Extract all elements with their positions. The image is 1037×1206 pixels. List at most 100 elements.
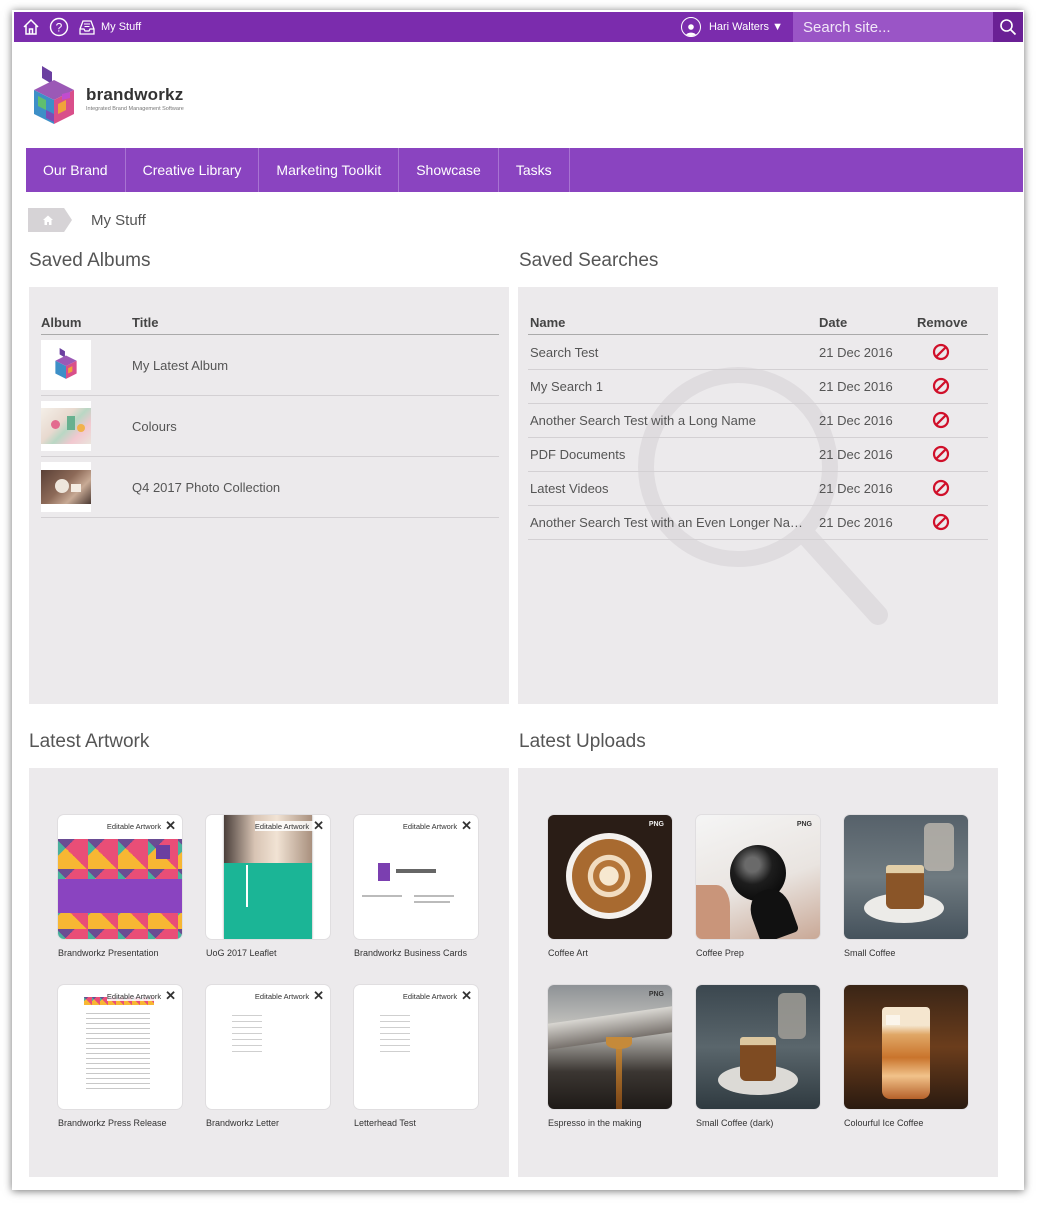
nav-tasks[interactable]: Tasks: [499, 148, 570, 192]
nav-showcase[interactable]: Showcase: [399, 148, 499, 192]
remove-icon[interactable]: [932, 513, 950, 531]
search-row[interactable]: Another Search Test with an Even Longer …: [528, 505, 988, 540]
artwork-card[interactable]: Editable Artwork ✕ Letterhead Test: [354, 985, 478, 1128]
col-album: Album: [41, 315, 82, 330]
upload-thumbnail: [844, 815, 968, 939]
remove-icon[interactable]: [932, 377, 950, 395]
avatar-icon: [680, 17, 701, 37]
upload-caption: Coffee Art: [548, 948, 588, 958]
upload-card[interactable]: PNG Coffee Prep: [696, 815, 820, 958]
search-row[interactable]: Latest Videos 21 Dec 2016: [528, 471, 988, 506]
remove-icon[interactable]: [932, 343, 950, 361]
artwork-thumbnail: Editable Artwork ✕: [58, 815, 182, 939]
saved-searches-title: Saved Searches: [519, 250, 659, 271]
remove-icon[interactable]: [932, 411, 950, 429]
search-name: My Search 1: [530, 379, 603, 394]
breadcrumb-home[interactable]: [28, 208, 72, 232]
artwork-card[interactable]: Editable Artwork ✕ Brandworkz Letter: [206, 985, 330, 1128]
search-input[interactable]: [793, 17, 995, 37]
artwork-caption: Letterhead Test: [354, 1118, 416, 1128]
artwork-thumbnail: Editable Artwork ✕: [206, 985, 330, 1109]
search-row[interactable]: PDF Documents 21 Dec 2016: [528, 437, 988, 472]
latest-uploads-title: Latest Uploads: [519, 731, 646, 752]
nav-our-brand[interactable]: Our Brand: [26, 148, 126, 192]
top-bar: ? My Stuff Hari Walters ▼: [14, 12, 1023, 42]
latest-artwork-title: Latest Artwork: [29, 731, 150, 752]
nav-creative-library[interactable]: Creative Library: [126, 148, 260, 192]
search-name: PDF Documents: [530, 447, 626, 462]
album-row[interactable]: Q4 2017 Photo Collection: [41, 457, 499, 518]
png-badge: PNG: [648, 821, 664, 828]
logo-tagline: Integrated Brand Management Software: [86, 105, 184, 112]
edit-tools-icon: ✕: [313, 818, 324, 833]
album-row[interactable]: Colours: [41, 396, 499, 457]
user-menu[interactable]: Hari Walters ▼: [680, 17, 783, 37]
search-icon: [1000, 19, 1017, 36]
upload-card[interactable]: PNG Espresso in the making: [548, 985, 672, 1128]
artwork-caption: Brandworkz Business Cards: [354, 948, 468, 958]
album-thumbnail: [41, 401, 91, 451]
search-date: 21 Dec 2016: [819, 447, 893, 462]
saved-searches-panel: Name Date Remove Search Test 21 Dec 2016…: [518, 287, 998, 704]
search-date: 21 Dec 2016: [819, 515, 893, 530]
editable-artwork-badge: Editable Artwork ✕: [254, 988, 324, 1003]
search-date: 21 Dec 2016: [819, 481, 893, 496]
remove-icon[interactable]: [932, 479, 950, 497]
album-title: Colours: [132, 418, 177, 434]
album-thumbnail: [41, 340, 91, 390]
editable-artwork-badge: Editable Artwork ✕: [106, 818, 176, 833]
upload-thumbnail: [696, 985, 820, 1109]
album-row[interactable]: My Latest Album: [41, 335, 499, 396]
search-row[interactable]: My Search 1 21 Dec 2016: [528, 369, 988, 404]
search-button[interactable]: [993, 12, 1023, 42]
edit-tools-icon: ✕: [165, 818, 176, 833]
col-date: Date: [819, 315, 848, 330]
search-name: Latest Videos: [530, 481, 609, 496]
editable-artwork-badge: Editable Artwork ✕: [254, 818, 324, 833]
my-stuff-link[interactable]: My Stuff: [101, 21, 141, 33]
help-icon[interactable]: ?: [48, 16, 70, 38]
artwork-card[interactable]: Editable Artwork ✕ Brandworkz Press Relea…: [58, 985, 182, 1128]
search-date: 21 Dec 2016: [819, 413, 893, 428]
upload-caption: Coffee Prep: [696, 948, 744, 958]
search-date: 21 Dec 2016: [819, 345, 893, 360]
album-title: Q4 2017 Photo Collection: [132, 479, 281, 495]
upload-thumbnail: PNG: [548, 815, 672, 939]
search-row[interactable]: Search Test 21 Dec 2016: [528, 335, 988, 370]
search-date: 21 Dec 2016: [819, 379, 893, 394]
search-name: Another Search Test with a Long Name: [530, 413, 756, 428]
upload-card[interactable]: Small Coffee (dark): [696, 985, 820, 1128]
col-title: Title: [132, 315, 159, 330]
searches-table-header: Name Date Remove: [528, 307, 988, 335]
brand-logo[interactable]: brandworkz Integrated Brand Management S…: [34, 66, 184, 130]
remove-icon[interactable]: [932, 445, 950, 463]
edit-tools-icon: ✕: [461, 818, 472, 833]
search-row[interactable]: Another Search Test with a Long Name 21 …: [528, 403, 988, 438]
albums-table-header: Album Title: [41, 307, 499, 335]
editable-artwork-badge: Editable Artwork ✕: [106, 988, 176, 1003]
artwork-card[interactable]: Editable Artwork ✕ Brandworkz Presentatio…: [58, 815, 182, 958]
artwork-card[interactable]: Editable Artwork ✕ UoG 2017 Leaflet: [206, 815, 330, 958]
search-name: Another Search Test with an Even Longer …: [530, 515, 805, 530]
album-thumbnail: [41, 462, 91, 512]
saved-albums-title: Saved Albums: [29, 250, 151, 271]
saved-albums-panel: Album Title My Latest Album Colours Q4 2…: [29, 287, 509, 704]
search-name: Search Test: [530, 345, 599, 360]
breadcrumb: My Stuff: [28, 208, 146, 232]
breadcrumb-current: My Stuff: [91, 211, 146, 229]
col-remove: Remove: [917, 315, 968, 330]
upload-card[interactable]: Small Coffee: [844, 815, 968, 958]
upload-thumbnail: PNG: [696, 815, 820, 939]
artwork-card[interactable]: Editable Artwork ✕ Brandworkz Business Ca…: [354, 815, 478, 958]
home-icon[interactable]: [20, 16, 42, 38]
artwork-thumbnail: Editable Artwork ✕: [58, 985, 182, 1109]
home-icon: [43, 215, 53, 225]
my-stuff-icon[interactable]: [76, 16, 98, 38]
artwork-caption: Brandworkz Letter: [206, 1118, 280, 1128]
edit-tools-icon: ✕: [313, 988, 324, 1003]
upload-card[interactable]: Colourful Ice Coffee: [844, 985, 968, 1128]
latest-artwork-panel: Editable Artwork ✕ Brandworkz Presentatio…: [29, 768, 509, 1177]
upload-card[interactable]: PNG Coffee Art: [548, 815, 672, 958]
nav-marketing-toolkit[interactable]: Marketing Toolkit: [259, 148, 400, 192]
svg-text:?: ?: [56, 21, 63, 35]
